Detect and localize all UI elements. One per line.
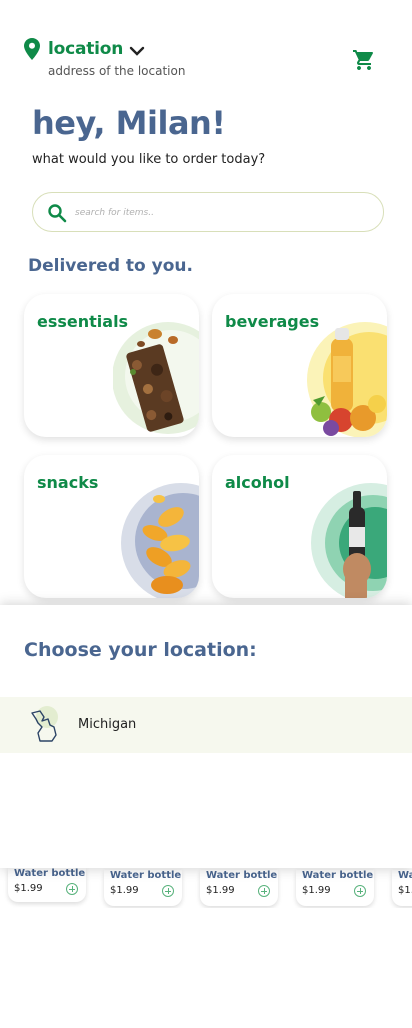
juice-and-fruit-image (307, 322, 387, 437)
product-card[interactable]: Water bottle $1.99 (200, 870, 278, 906)
product-card[interactable]: Water bottle $1.99 (104, 870, 182, 906)
location-header[interactable]: location address of the location (24, 38, 388, 82)
chevron-down-icon[interactable] (129, 45, 145, 57)
product-card[interactable]: Water bottle $1.99 (8, 868, 86, 902)
location-title[interactable]: location (48, 39, 123, 59)
michigan-state-icon (31, 706, 58, 742)
location-option-michigan[interactable]: Michigan (0, 697, 412, 753)
product-price: $1.99 (302, 885, 331, 896)
snack-bar-image (113, 322, 199, 434)
section-title: Delivered to you. (28, 256, 193, 276)
location-selector[interactable]: location (24, 38, 388, 60)
location-address: address of the location (48, 64, 186, 78)
add-to-cart-icon[interactable] (354, 885, 366, 897)
product-name: Water bottle (110, 870, 182, 881)
map-pin-icon (24, 38, 40, 60)
product-strip: Water bottle $1.99 Water bottle $1.99 Wa… (0, 868, 412, 908)
location-option-label: Michigan (78, 717, 137, 732)
add-to-cart-icon[interactable] (258, 885, 270, 897)
product-price: $1.99 (14, 883, 43, 894)
product-price: $1.99 (206, 885, 235, 896)
search-bar[interactable] (32, 192, 384, 232)
product-price: $1.99 (110, 885, 139, 896)
product-name: Water bottle (14, 868, 86, 879)
search-icon (48, 204, 67, 223)
greeting-title: hey, Milan! (32, 104, 226, 142)
product-card[interactable]: Water bottle $1.99 (392, 870, 412, 906)
greeting-prompt: what would you like to order today? (32, 152, 266, 167)
beer-bottle-image (311, 483, 387, 598)
search-input[interactable] (75, 202, 365, 224)
location-bottom-sheet: Choose your location: Michigan (0, 605, 412, 868)
chips-image (121, 483, 199, 598)
category-card-snacks[interactable]: snacks (24, 455, 199, 598)
category-label: snacks (37, 473, 99, 492)
sheet-title: Choose your location: (24, 639, 257, 661)
product-card[interactable]: Water bottle $1.99 (296, 870, 374, 906)
category-label: alcohol (225, 473, 290, 492)
category-card-beverages[interactable]: beverages (212, 294, 387, 437)
category-card-essentials[interactable]: essentials (24, 294, 199, 437)
add-to-cart-icon[interactable] (162, 885, 174, 897)
product-price: $1.99 (398, 885, 412, 896)
product-name: Water bottle (302, 870, 374, 881)
category-card-alcohol[interactable]: alcohol (212, 455, 387, 598)
add-to-cart-icon[interactable] (66, 883, 78, 895)
product-name: Water bottle (206, 870, 278, 881)
shopping-cart-icon[interactable] (352, 48, 376, 72)
product-name: Water bottle (398, 870, 412, 881)
